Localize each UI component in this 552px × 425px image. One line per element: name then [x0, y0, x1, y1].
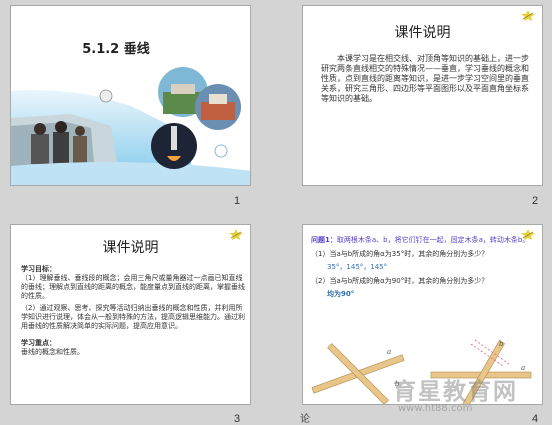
slide-title: 5.1.2 垂线: [82, 42, 150, 57]
figure-label: b: [499, 340, 504, 348]
sub-question: （1）当a与b所成的角α为35°时，其余的角分别为多少？: [311, 250, 489, 258]
slide-number: 4: [532, 413, 539, 425]
figure-label: a: [387, 348, 391, 356]
slide-number: 3: [234, 413, 241, 425]
slide-title: 课件说明: [394, 25, 451, 41]
answer-text: 均为90°: [327, 290, 355, 298]
question-label: 问题1：: [311, 236, 337, 244]
sub-question: （2）当a与b所成的角α为90°时，其余的角分别为多少？: [311, 277, 489, 285]
key-heading: 学习重点：: [21, 339, 56, 347]
goal-heading: 学习目标：: [21, 265, 56, 273]
key-body: 垂线的概念和性质。: [21, 348, 84, 356]
question-text: 取两根木条a、b，将它们钉在一起，固定木条a，转动木条b。: [336, 236, 530, 244]
slide-body: 本课学习是在相交线、对顶角等知识的基础上，进一步研究两条直线相交的特殊情况——垂…: [321, 54, 529, 103]
stray-text: 论: [300, 414, 310, 425]
slide-thumbnail-2[interactable]: 课件说明 本课学习是在相交线、对顶角等知识的基础上，进一步研究两条直线相交的特殊…: [302, 5, 543, 186]
slide-number: 2: [532, 195, 539, 207]
slide-number: 1: [234, 195, 241, 207]
goal-item: （2）通过观察、思考、探究等活动归纳出垂线的概念和性质，并利用所学知识进行说理，…: [21, 304, 245, 330]
goal-item: （1）理解垂线、垂线段的概念；会用三角尺或量角器过一点画已知直线的垂线；理解点到…: [21, 274, 245, 300]
slide-title: 课件说明: [102, 240, 159, 256]
slide-thumbnail-1[interactable]: 5.1.2 垂线: [10, 5, 251, 186]
wooden-sticks-figure: a b a b: [311, 339, 532, 404]
star-pencil-icon: [521, 10, 535, 21]
slide-thumbnail-4[interactable]: 问题1：取两根木条a、b，将它们钉在一起，固定木条a，转动木条b。 （1）当a与…: [302, 224, 543, 405]
slide-thumbnail-3[interactable]: 课件说明 学习目标： （1）理解垂线、垂线段的概念；会用三角尺或量角器过一点画已…: [10, 224, 251, 405]
title-slide-illustration: [11, 67, 250, 185]
figure-label: a: [521, 364, 525, 372]
figure-label: b: [395, 380, 400, 388]
answer-text: 35°，145°，145°: [327, 263, 388, 271]
